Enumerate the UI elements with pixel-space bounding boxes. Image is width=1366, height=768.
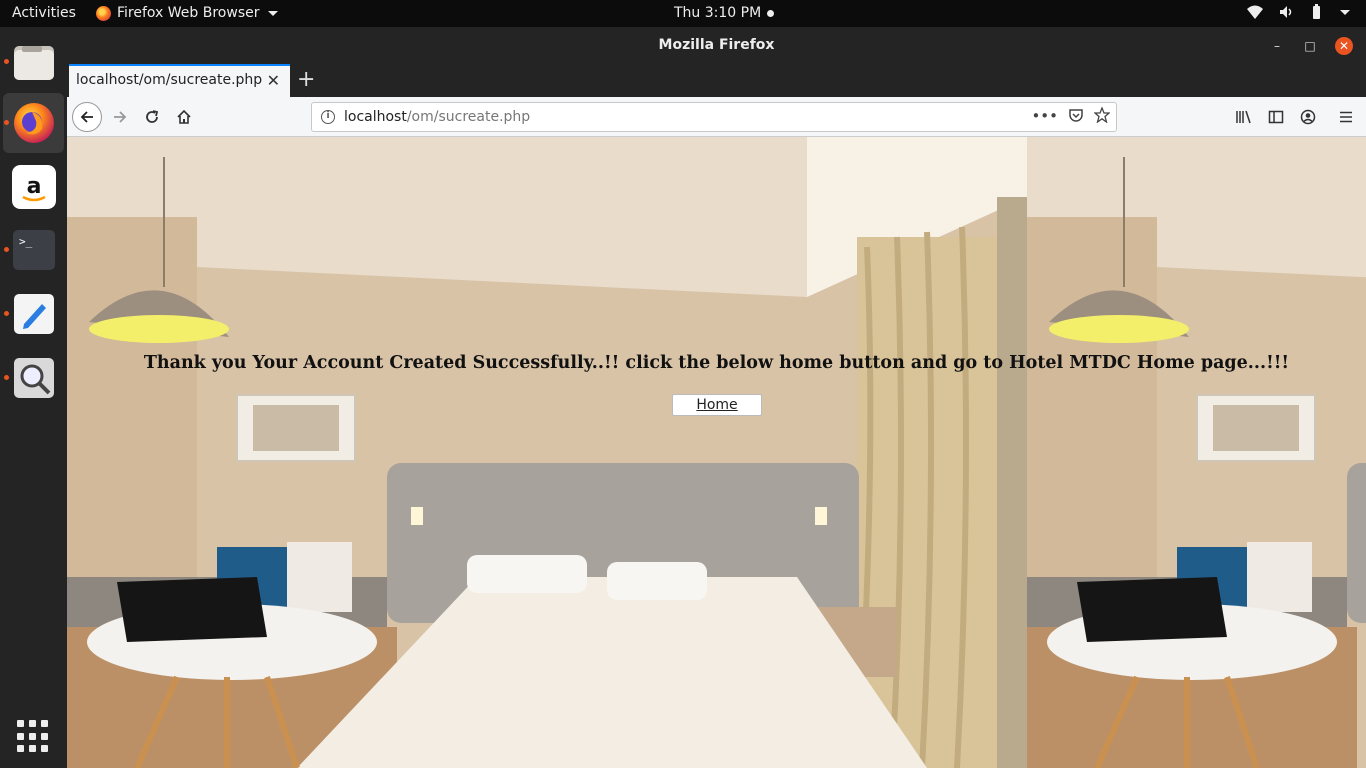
clock[interactable]: Thu 3:10 PM [674, 5, 775, 21]
library-button[interactable] [1231, 104, 1257, 130]
running-indicator [4, 375, 9, 380]
show-applications-icon[interactable] [17, 720, 50, 753]
back-button[interactable] [72, 102, 102, 132]
home-icon [177, 109, 191, 124]
hamburger-menu-icon [1340, 111, 1352, 123]
menu-button[interactable] [1333, 104, 1359, 130]
svg-text:>_: >_ [19, 235, 33, 248]
dock: a >_ [0, 27, 67, 768]
bookmark-star-icon[interactable] [1094, 107, 1110, 123]
top-panel: Activities Firefox Web Browser Thu 3:10 … [0, 0, 1366, 27]
window-title: Mozilla Firefox [658, 37, 775, 53]
home-button[interactable]: Home [672, 394, 762, 416]
text-editor-icon [13, 294, 54, 334]
chevron-down-icon [267, 10, 278, 16]
wifi-icon [1247, 5, 1263, 19]
running-indicator [4, 311, 9, 316]
minimize-icon[interactable]: – [1268, 37, 1286, 55]
title-bar: Mozilla Firefox – □ ✕ [67, 27, 1366, 64]
system-tray[interactable] [1246, 4, 1350, 20]
reload-button[interactable] [139, 104, 165, 130]
firefox-small-icon [96, 5, 111, 21]
close-icon[interactable]: ✕ [1335, 37, 1353, 55]
running-indicator [4, 59, 9, 64]
clock-label: Thu 3:10 PM [674, 5, 762, 21]
dock-amazon[interactable]: a [3, 157, 64, 217]
pocket-icon[interactable] [1068, 107, 1084, 123]
tab-close-icon[interactable]: ✕ [267, 71, 280, 90]
running-indicator [4, 120, 9, 125]
notification-dot-icon [767, 9, 775, 17]
dock-firefox[interactable] [3, 93, 64, 153]
running-indicator [4, 247, 9, 252]
arrow-right-icon [114, 111, 127, 123]
url-path: /om/sucreate.php [406, 109, 531, 125]
url-host: localhost [344, 109, 407, 125]
library-icon [1236, 110, 1251, 124]
activities-button[interactable]: Activities [12, 5, 76, 21]
hotel-room-background-image [67, 137, 1027, 768]
hotel-room-background-image-repeat [1027, 137, 1366, 768]
home-toolbar-button[interactable] [171, 104, 197, 130]
firefox-window: Mozilla Firefox – □ ✕ localhost/om/sucre… [67, 27, 1366, 768]
page-actions-icon[interactable]: ••• [1031, 107, 1058, 125]
dock-files[interactable] [3, 32, 64, 92]
reload-icon [146, 110, 159, 123]
page-content: Thank you Your Account Created Successfu… [67, 137, 1366, 768]
volume-icon [1280, 6, 1292, 18]
terminal-icon: >_ [12, 230, 55, 270]
dock-image-viewer[interactable] [3, 348, 64, 408]
new-tab-icon[interactable]: + [297, 67, 315, 92]
app-menu[interactable]: Firefox Web Browser [96, 5, 278, 21]
success-message: Thank you Your Account Created Successfu… [143, 353, 1290, 373]
amazon-icon: a [11, 165, 56, 209]
account-button[interactable] [1295, 104, 1321, 130]
tab-sucreate[interactable]: localhost/om/sucreate.php ✕ [69, 64, 290, 97]
account-icon [1300, 109, 1316, 125]
sidebar-button[interactable] [1263, 104, 1289, 130]
files-icon [13, 46, 54, 80]
dock-text-editor[interactable] [3, 284, 64, 344]
image-viewer-icon [13, 358, 54, 398]
tab-strip: localhost/om/sucreate.php ✕ + [67, 64, 1366, 97]
site-info-icon[interactable]: i [321, 110, 335, 124]
app-menu-label: Firefox Web Browser [117, 5, 260, 21]
forward-button[interactable] [107, 104, 133, 130]
maximize-icon[interactable]: □ [1301, 37, 1319, 55]
tab-label: localhost/om/sucreate.php [76, 72, 263, 88]
battery-icon [1313, 4, 1320, 19]
dock-terminal[interactable]: >_ [3, 220, 64, 280]
svg-text:a: a [26, 174, 41, 199]
sidebar-icon [1268, 110, 1284, 124]
firefox-icon [13, 103, 54, 143]
navigation-toolbar: i localhost/om/sucreate.php ••• [67, 97, 1366, 137]
arrow-left-icon [80, 111, 93, 123]
url-bar[interactable]: i localhost/om/sucreate.php ••• [311, 102, 1117, 132]
chevron-down-icon [1340, 9, 1350, 15]
